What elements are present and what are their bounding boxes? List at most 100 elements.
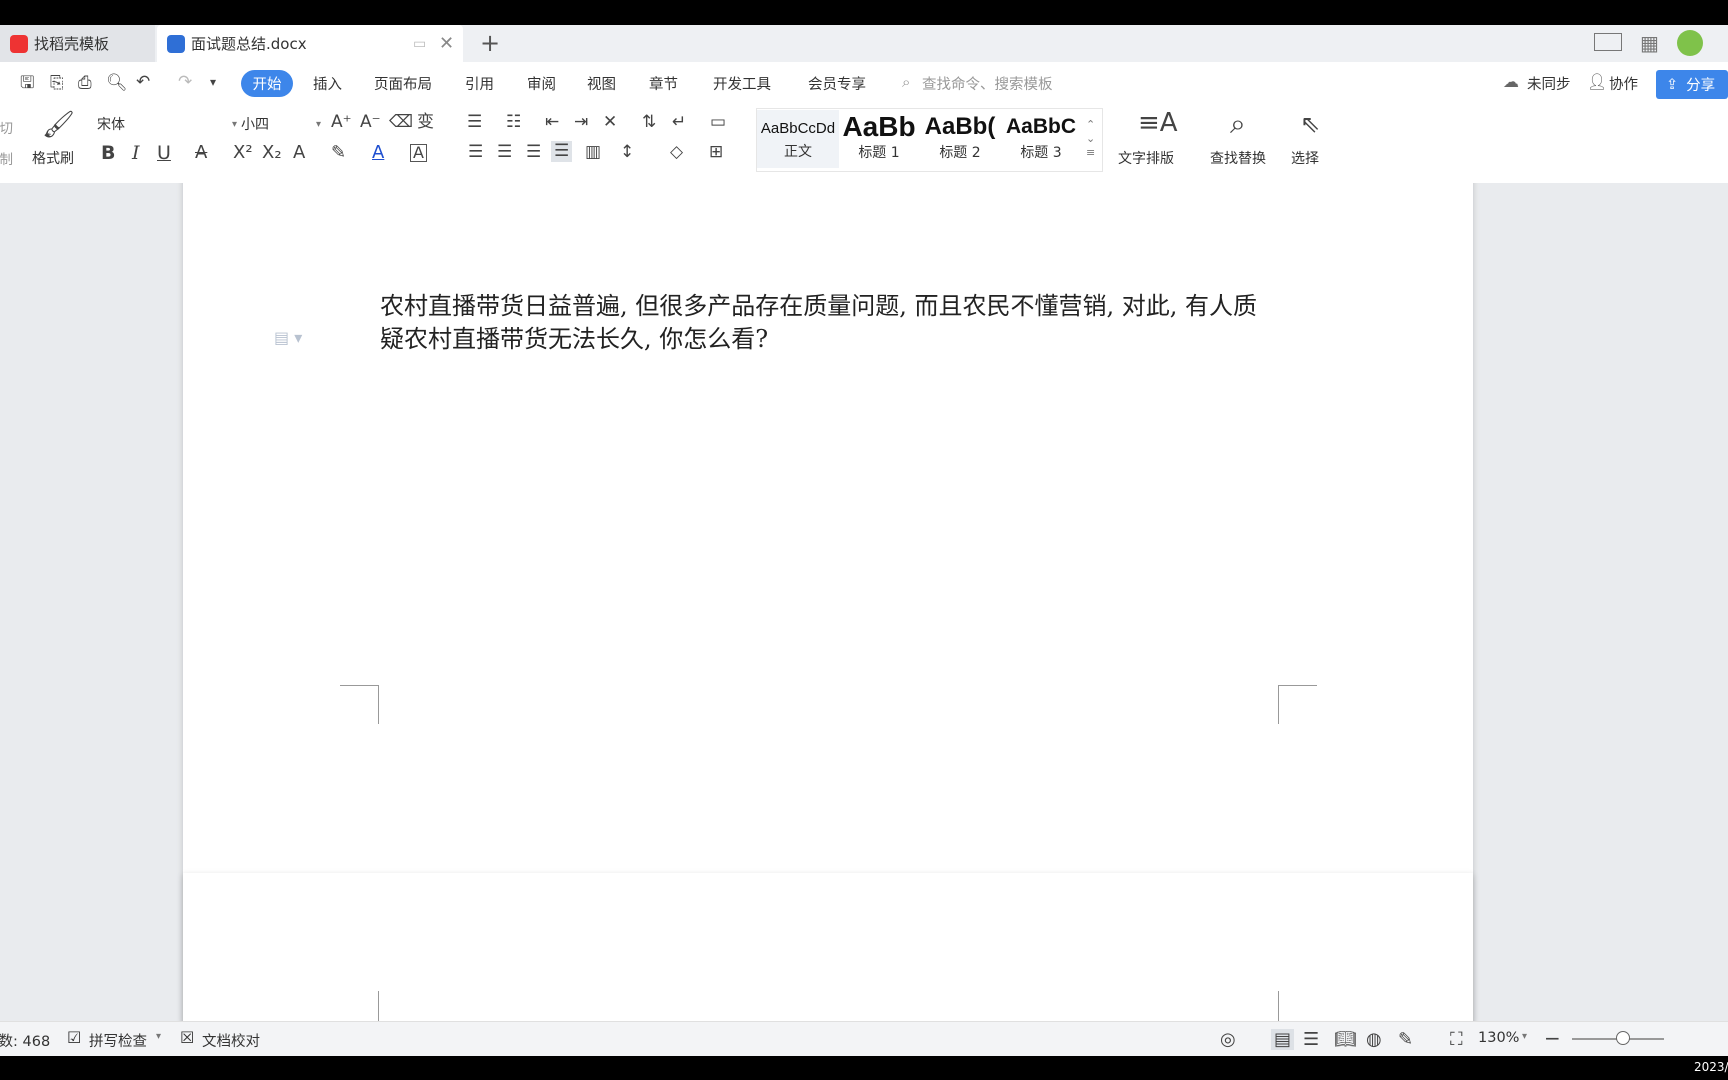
shrink-font-icon[interactable]: A⁻ <box>360 114 381 131</box>
font-name-select[interactable]: 宋体 ▾ <box>96 112 238 136</box>
chinese-layout-icon[interactable]: ✕ <box>603 114 617 131</box>
menu-start[interactable]: 开始 <box>241 70 293 97</box>
eye-protect-icon[interactable]: ◎ <box>1220 1029 1236 1050</box>
apps-grid-icon[interactable]: ▦ <box>1640 31 1659 55</box>
document-paragraph[interactable]: 农村直播带货日益普遍, 但很多产品存在质量问题, 而且农民不懂营销, 对此, 有… <box>380 290 1280 356</box>
line-spacing-icon[interactable]: ↕ <box>620 144 634 161</box>
print-icon[interactable]: ⎙ <box>78 75 92 92</box>
menu-member[interactable]: 会员专享 <box>808 73 866 94</box>
style-preview: AaBbCcDd <box>760 120 836 137</box>
undo-icon[interactable]: ↶ <box>136 74 150 91</box>
paragraph-handle-icon[interactable]: ▤ ▾ <box>274 328 302 347</box>
close-tab-icon[interactable]: ✕ <box>439 33 454 54</box>
share-button[interactable]: ⇪ 分享 <box>1656 70 1728 99</box>
style-normal[interactable]: AaBbCcDd 正文 <box>757 110 839 168</box>
reading-view-icon[interactable]: 📖︎ <box>1334 1029 1357 1050</box>
print-preview-icon[interactable]: 🔍︎ <box>106 75 128 92</box>
word-count[interactable]: 字数: 468 <box>0 1030 50 1051</box>
search-icon: ⌕ <box>902 73 911 91</box>
text-layout-button[interactable]: 文字排版 <box>1118 148 1174 168</box>
grow-font-icon[interactable]: A⁺ <box>331 114 352 131</box>
styles-more-icon[interactable]: ⌃ ⌄ ≡ <box>1086 118 1095 160</box>
ruler-icon[interactable]: ▭ <box>710 114 726 131</box>
align-right-icon[interactable]: ☰ <box>526 144 541 161</box>
char-border-icon[interactable]: A <box>410 144 427 162</box>
text-effect-icon[interactable]: A <box>293 144 305 162</box>
spell-check-button[interactable]: 拼写检查 <box>89 1030 147 1051</box>
justify-icon[interactable]: ☰ <box>551 141 573 162</box>
subscript-icon[interactable]: X₂ <box>262 144 282 162</box>
layout-toggle-icon[interactable] <box>1594 33 1622 51</box>
menu-page-layout[interactable]: 页面布局 <box>374 73 432 94</box>
underline-icon[interactable]: U <box>157 144 171 163</box>
menu-insert[interactable]: 插入 <box>313 73 342 94</box>
zoom-out-icon[interactable]: − <box>1544 1026 1561 1050</box>
style-heading-2[interactable]: AaBb( 标题 2 <box>919 110 1001 168</box>
italic-icon[interactable]: I <box>132 144 140 163</box>
sort-icon[interactable]: ⇅ <box>642 114 656 131</box>
export-pdf-icon[interactable]: ⎘ <box>50 75 64 92</box>
doc-proof-icon: ☒ <box>180 1028 195 1047</box>
web-view-icon[interactable]: ◍ <box>1366 1029 1382 1050</box>
share-icon: ⇪ <box>1666 76 1679 93</box>
menu-developer[interactable]: 开发工具 <box>713 73 771 94</box>
text-layout-icon: ≡A <box>1138 108 1178 138</box>
align-center-icon[interactable]: ☰ <box>497 144 512 161</box>
font-color-icon[interactable]: A <box>372 144 384 162</box>
style-heading-3[interactable]: AaBbC 标题 3 <box>1000 110 1082 168</box>
page-view-icon[interactable]: ▤ <box>1271 1029 1295 1050</box>
format-painter-icon: 🖌︎ <box>42 110 76 140</box>
zoom-level[interactable]: 130% <box>1478 1030 1519 1046</box>
fit-page-icon[interactable]: ⛶ <box>1450 1029 1463 1050</box>
save-icon[interactable]: 🖫 <box>20 75 34 92</box>
tab-label: 找稻壳模板 <box>34 35 110 53</box>
command-search[interactable]: 查找命令、搜索模板 <box>922 73 1053 94</box>
find-replace-icon: ⌕ <box>1230 107 1246 140</box>
write-view-icon[interactable]: ✎ <box>1398 1029 1413 1050</box>
menu-review[interactable]: 审阅 <box>527 73 556 94</box>
bold-icon[interactable]: B <box>101 144 115 163</box>
increase-indent-icon[interactable]: ⇥ <box>574 114 588 131</box>
top-bezel <box>0 0 1728 25</box>
tab-docer-templates[interactable]: 找稻壳模板 <box>0 25 155 62</box>
bullet-list-icon[interactable]: ☰ <box>467 114 482 131</box>
customize-toolbar-icon[interactable]: ▾ <box>210 76 216 88</box>
word-doc-icon <box>167 34 185 53</box>
style-label: 标题 1 <box>858 145 900 161</box>
zoom-slider-thumb[interactable] <box>1615 1031 1630 1045</box>
borders-icon[interactable]: ⊞ <box>709 144 723 161</box>
pin-icon[interactable]: ▭ <box>413 36 426 52</box>
redo-icon[interactable]: ↷ <box>178 74 192 91</box>
superscript-icon[interactable]: X² <box>233 144 253 162</box>
menu-view[interactable]: 视图 <box>587 73 616 94</box>
find-replace-button[interactable]: 查找替换 <box>1210 148 1266 168</box>
sync-status[interactable]: 未同步 <box>1527 73 1571 94</box>
strikethrough-icon[interactable]: A <box>195 144 207 162</box>
phonetic-guide-icon[interactable]: 变 <box>417 114 434 131</box>
style-heading-1[interactable]: AaBb 标题 1 <box>838 110 920 168</box>
collab-button[interactable]: 协作 <box>1609 73 1638 94</box>
cut-button[interactable]: 剪切 <box>0 117 13 137</box>
numbered-list-icon[interactable]: ☷ <box>506 114 521 131</box>
shading-icon[interactable]: ◇ <box>670 144 683 161</box>
align-left-icon[interactable]: ☰ <box>468 144 483 161</box>
copy-button[interactable]: 复制 <box>0 148 13 168</box>
doc-proof-button[interactable]: 文档校对 <box>202 1030 260 1051</box>
select-button[interactable]: 选择 <box>1291 148 1319 168</box>
show-marks-icon[interactable]: ↵ <box>672 114 686 131</box>
highlight-icon[interactable]: ✎ <box>331 144 346 162</box>
document-page[interactable] <box>183 873 1473 1021</box>
menu-references[interactable]: 引用 <box>465 73 494 94</box>
avatar[interactable] <box>1677 30 1703 56</box>
tab-document[interactable]: 面试题总结.docx ▭ ✕ <box>157 25 463 62</box>
distribute-icon[interactable]: ▥ <box>585 144 601 161</box>
style-preview: AaBb( <box>924 113 996 140</box>
new-tab-icon[interactable]: + <box>480 29 500 57</box>
menu-chapter[interactable]: 章节 <box>649 73 678 94</box>
format-painter-button[interactable]: 格式刷 <box>32 148 74 168</box>
decrease-indent-icon[interactable]: ⇤ <box>545 114 559 131</box>
chevron-down-icon: ▾ <box>315 118 321 130</box>
outline-view-icon[interactable]: ☰ <box>1303 1029 1319 1050</box>
font-size-select[interactable]: 小四 ▾ <box>240 112 322 136</box>
clear-format-icon[interactable]: ⌫ <box>389 114 413 131</box>
